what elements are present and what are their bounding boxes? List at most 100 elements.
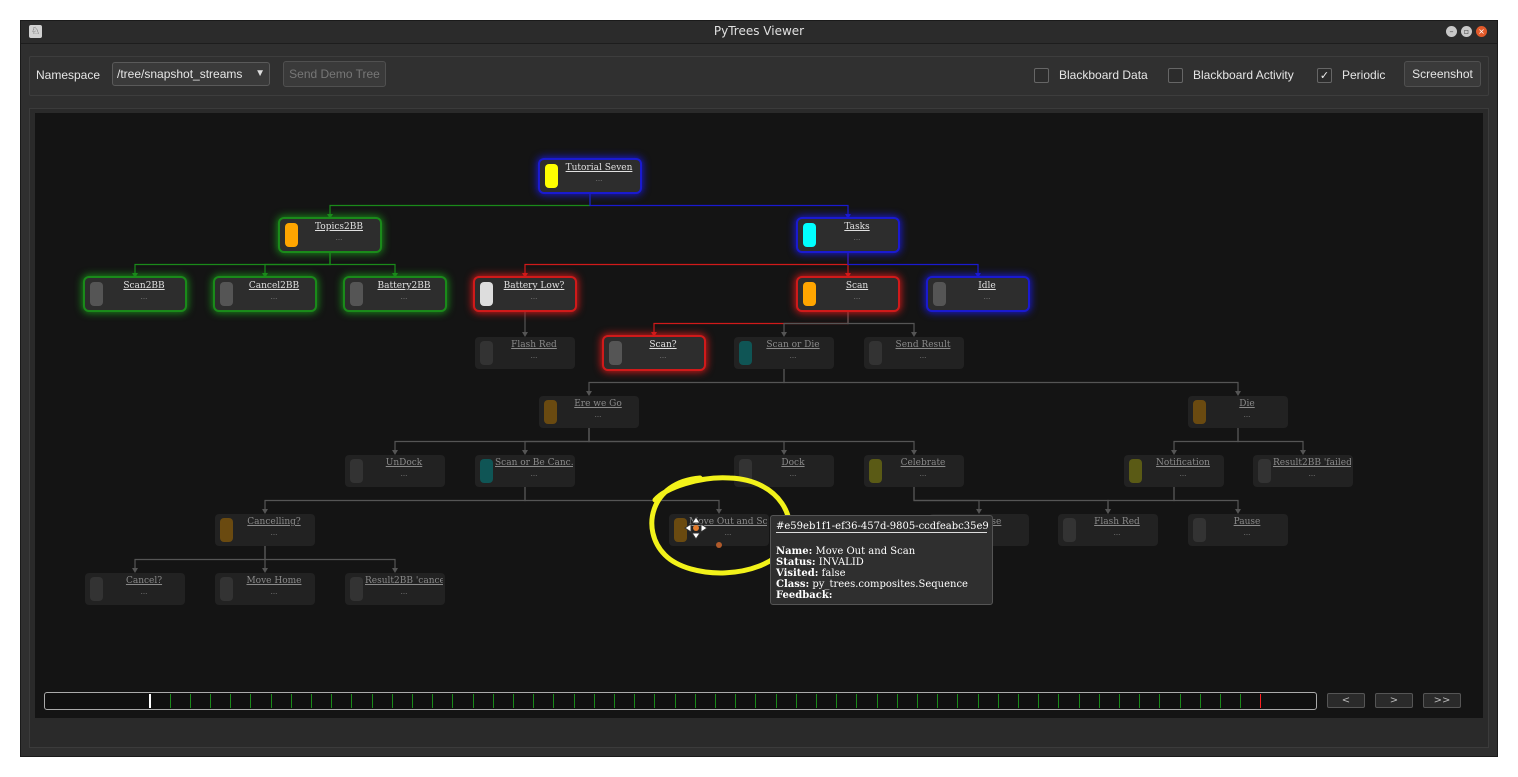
node-name[interactable]: UnDock (365, 458, 443, 468)
timeline-tick[interactable] (816, 694, 817, 708)
timeline-tick[interactable] (513, 694, 514, 708)
timeline-tick[interactable] (391, 694, 393, 708)
node-name[interactable]: Flash Red (495, 340, 573, 350)
timeline-tick[interactable] (896, 694, 898, 708)
node-name[interactable]: Scan or Die (754, 340, 832, 350)
timeline-tick[interactable] (331, 694, 333, 708)
timeline-tick[interactable] (129, 694, 131, 708)
next-button[interactable]: > (1375, 693, 1413, 708)
node-name[interactable]: Ere we Go (559, 399, 637, 409)
tree-node-tasks[interactable]: Tasks... (798, 219, 898, 251)
close-icon[interactable]: × (1476, 26, 1487, 37)
timeline-tick[interactable] (977, 694, 979, 708)
node-name[interactable]: Idle (948, 281, 1026, 291)
timeline-tick[interactable] (1078, 694, 1080, 708)
timeline-tick[interactable] (836, 694, 838, 708)
timeline-tick[interactable] (1038, 694, 1040, 708)
blackboard-activity-label[interactable]: Blackboard Activity (1193, 68, 1294, 82)
node-name[interactable]: Topics2BB (300, 222, 378, 232)
node-name[interactable]: Send Result (884, 340, 962, 350)
timeline-tick[interactable] (351, 694, 353, 708)
tree-node-cancel-q[interactable]: Cancel?... (85, 573, 185, 605)
tree-node-scan-or-die[interactable]: Scan or Die... (734, 337, 834, 369)
node-name[interactable]: Scan? (624, 340, 702, 350)
node-name[interactable]: Scan2BB (105, 281, 183, 291)
timeline-tick[interactable] (614, 694, 615, 708)
periodic-checkbox[interactable]: ✓ (1317, 68, 1332, 83)
timeline-tick[interactable] (1159, 694, 1161, 708)
timeline-tick[interactable] (290, 694, 292, 708)
last-button[interactable]: >> (1423, 693, 1461, 708)
timeline-tick[interactable] (553, 694, 555, 708)
timeline-tick[interactable] (876, 694, 878, 708)
timeline-tick[interactable] (432, 694, 434, 708)
timeline-tick[interactable] (210, 694, 211, 708)
node-name[interactable]: Flash Red (1078, 517, 1156, 527)
periodic-label[interactable]: Periodic (1342, 68, 1385, 82)
node-name[interactable]: Celebrate (884, 458, 962, 468)
timeline-tick[interactable] (1260, 694, 1262, 708)
timeline-tick[interactable] (937, 694, 939, 708)
node-name[interactable]: Result2BB 'cance... (365, 576, 443, 586)
tree-node-cancelling[interactable]: Cancelling?... (215, 514, 315, 546)
timeline-tick[interactable] (533, 694, 535, 708)
timeline-tick[interactable] (1179, 694, 1181, 708)
tree-node-pause[interactable]: Pause... (1188, 514, 1288, 546)
node-name[interactable]: Dock (754, 458, 832, 468)
tree-node-topics2bb[interactable]: Topics2BB... (280, 219, 380, 251)
timeline-tick[interactable] (573, 694, 575, 708)
timeline-tick[interactable] (230, 694, 232, 708)
timeline-tick[interactable] (917, 694, 918, 708)
timeline-tick[interactable] (250, 694, 252, 708)
node-name[interactable]: Die (1208, 399, 1286, 409)
timeline-tick[interactable] (1139, 694, 1141, 708)
timeline-tick[interactable] (997, 694, 999, 708)
tree-node-scan[interactable]: Scan... (798, 278, 898, 310)
tree-node-tutorial-seven[interactable]: Tutorial Seven... (540, 160, 640, 192)
tree-node-battery-low[interactable]: Battery Low?... (475, 278, 575, 310)
tree-node-scan-or-be-cancelled[interactable]: Scan or Be Canc...... (475, 455, 575, 487)
timeline-tick[interactable] (1119, 694, 1120, 708)
tree-node-battery2bb[interactable]: Battery2BB... (345, 278, 445, 310)
node-name[interactable]: Tutorial Seven (560, 163, 638, 173)
timeline-tick[interactable] (795, 694, 797, 708)
tree-node-scan-q[interactable]: Scan?... (604, 337, 704, 369)
timeline-tick[interactable] (1058, 694, 1060, 708)
timeline-tick[interactable] (957, 694, 959, 708)
drag-handle[interactable] (716, 542, 722, 548)
timeline-tick[interactable] (1018, 694, 1019, 708)
timeline-tick[interactable] (169, 694, 171, 708)
timeline-tick[interactable] (593, 694, 595, 708)
node-name[interactable]: Cancelling? (235, 517, 313, 527)
timeline-tick[interactable] (654, 694, 656, 708)
tree-node-send-result[interactable]: Send Result... (864, 337, 964, 369)
timeline-tick[interactable] (1199, 694, 1201, 708)
tree-node-scan2bb[interactable]: Scan2BB... (85, 278, 185, 310)
timeline-tick[interactable] (755, 694, 757, 708)
maximize-icon[interactable]: ▫ (1461, 26, 1472, 37)
timeline-tick[interactable] (1240, 694, 1242, 708)
timeline-tick[interactable] (1220, 694, 1221, 708)
tree-node-result2bb-failed[interactable]: Result2BB 'failed'... (1253, 455, 1353, 487)
node-name[interactable]: Tasks (818, 222, 896, 232)
timeline-tick[interactable] (149, 694, 152, 708)
timeline-tick[interactable] (189, 694, 191, 708)
timeline-tick[interactable] (1098, 694, 1100, 708)
node-name[interactable]: Result2BB 'failed' (1273, 458, 1351, 468)
timeline-tick[interactable] (715, 694, 716, 708)
tree-node-flash-red-1[interactable]: Flash Red... (475, 337, 575, 369)
tree-node-dock[interactable]: Dock... (734, 455, 834, 487)
snapshot-timeline[interactable] (44, 692, 1317, 710)
tree-node-cancel2bb[interactable]: Cancel2BB... (215, 278, 315, 310)
blackboard-data-label[interactable]: Blackboard Data (1059, 68, 1148, 82)
tree-node-flash-red-2[interactable]: Flash Red... (1058, 514, 1158, 546)
tree-node-notification[interactable]: Notification... (1124, 455, 1224, 487)
node-name[interactable]: Battery2BB (365, 281, 443, 291)
tree-node-idle[interactable]: Idle... (928, 278, 1028, 310)
node-name[interactable]: Cancel? (105, 576, 183, 586)
timeline-tick[interactable] (492, 694, 494, 708)
timeline-tick[interactable] (270, 694, 272, 708)
blackboard-activity-checkbox[interactable] (1168, 68, 1183, 83)
blackboard-data-checkbox[interactable] (1034, 68, 1049, 83)
previous-button[interactable]: < (1327, 693, 1365, 708)
